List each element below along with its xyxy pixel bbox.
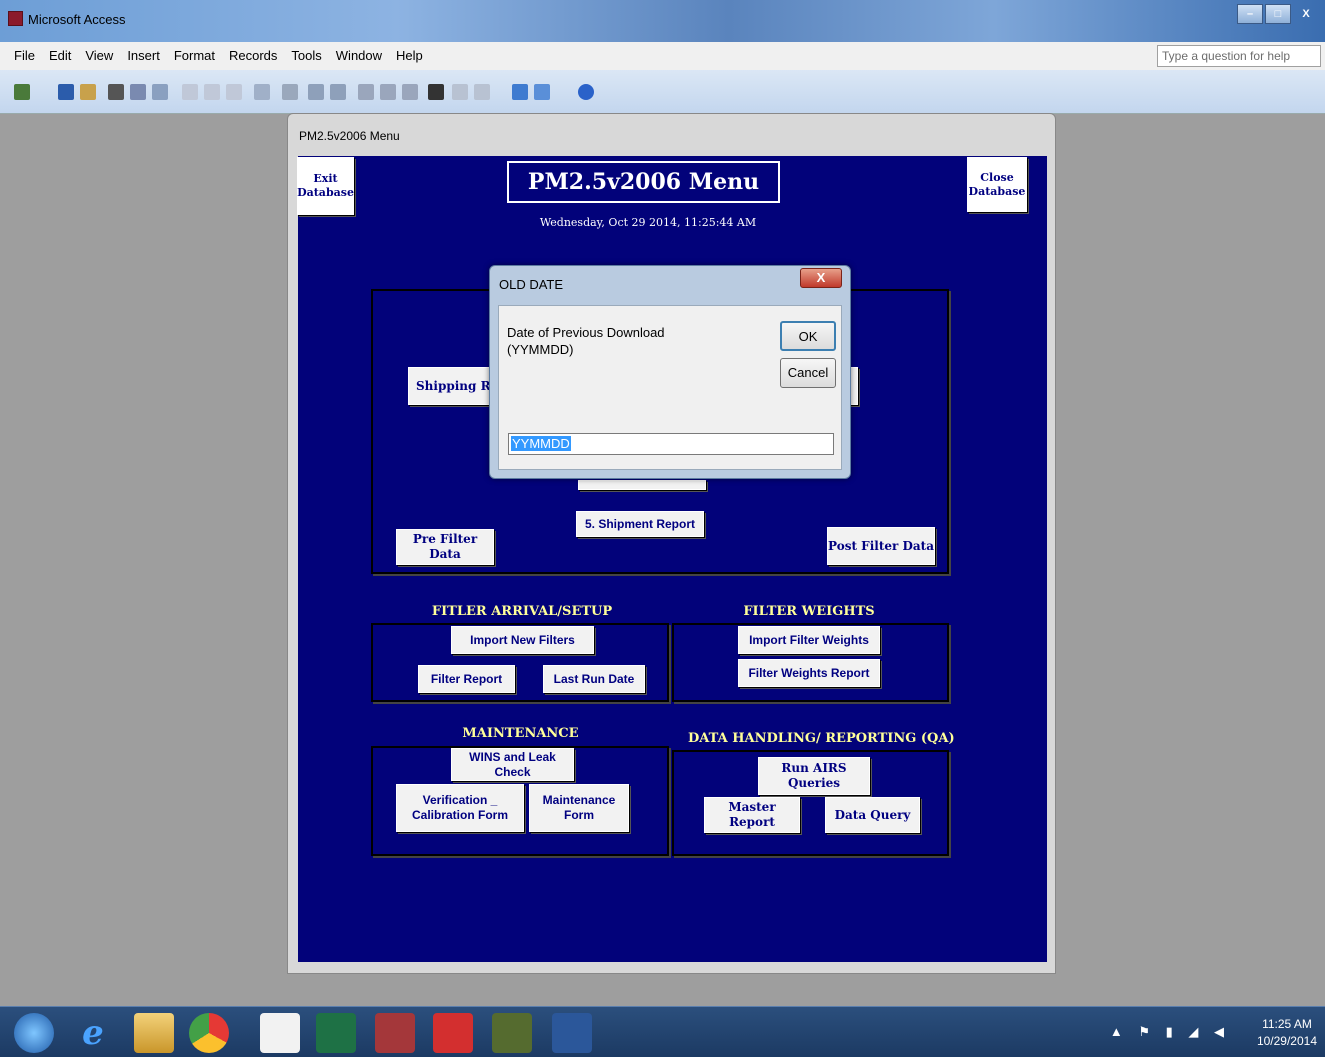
- app-title: Microsoft Access: [28, 12, 126, 27]
- maintenance-heading: MAINTENANCE: [462, 726, 579, 741]
- save-icon[interactable]: [58, 84, 74, 100]
- filter-weights-report-button[interactable]: Filter Weights Report: [738, 659, 880, 687]
- filter-arrival-heading: FITLER ARRIVAL/SETUP: [431, 604, 613, 619]
- dialog-prompt-line1: Date of Previous Download: [507, 325, 665, 340]
- acrobat-icon[interactable]: [433, 1013, 473, 1053]
- old-date-dialog: OLD DATE X Date of Previous Download (YY…: [489, 265, 851, 479]
- access-app: Microsoft Access – □ X File Edit View In…: [0, 0, 1325, 1057]
- system-tray: ▲ ⚑ ▮ ◢ ◀: [1109, 1024, 1230, 1039]
- sort-descending-icon[interactable]: [330, 84, 346, 100]
- print-preview-icon[interactable]: [130, 84, 146, 100]
- filter-report-button[interactable]: Filter Report: [418, 665, 515, 693]
- toggle-filter-icon[interactable]: [402, 84, 418, 100]
- import-new-filters-button[interactable]: Import New Filters: [451, 626, 594, 654]
- data-handling-heading: DATA HANDLING/ REPORTING (QA): [688, 731, 955, 746]
- last-run-date-button[interactable]: Last Run Date: [543, 665, 645, 693]
- start-orb-icon[interactable]: [14, 1013, 54, 1053]
- close-database-button[interactable]: Close Database: [967, 157, 1027, 212]
- database-window-icon[interactable]: [512, 84, 528, 100]
- undo-icon[interactable]: [254, 84, 270, 100]
- print-icon[interactable]: [108, 84, 124, 100]
- clock-time: 11:25 AM: [1262, 1017, 1312, 1031]
- cancel-button[interactable]: Cancel: [780, 358, 836, 388]
- dialog-prompt: Date of Previous Download (YYMMDD): [507, 324, 665, 358]
- maintenance-label-line1: Maintenance: [542, 793, 616, 807]
- file-explorer-icon[interactable]: [134, 1013, 174, 1053]
- help-icon[interactable]: [578, 84, 594, 100]
- internet-explorer-icon[interactable]: e: [73, 1013, 113, 1053]
- insert-hyperlink-icon[interactable]: [282, 84, 298, 100]
- menu-file[interactable]: File: [14, 48, 35, 63]
- dialog-body: Date of Previous Download (YYMMDD) OK Ca…: [498, 305, 842, 470]
- menu-records[interactable]: Records: [229, 48, 277, 63]
- filter-by-selection-icon[interactable]: [358, 84, 374, 100]
- access-app-icon: [8, 11, 23, 26]
- filter-weights-heading: FILTER WEIGHTS: [743, 604, 875, 619]
- verification-label-line1: Verification _: [422, 793, 498, 807]
- title-bar: Microsoft Access – □ X: [0, 0, 1325, 42]
- post-filter-data-button[interactable]: Post Filter Data: [827, 527, 935, 565]
- sort-ascending-icon[interactable]: [308, 84, 324, 100]
- taskbar: e ▲ ⚑ ▮ ◢ ◀ 11:25 AM 10/29/2014: [0, 1006, 1325, 1057]
- grid-app-icon[interactable]: [260, 1013, 300, 1053]
- pre-filter-data-button[interactable]: Pre Filter Data: [396, 529, 494, 565]
- menu-view[interactable]: View: [85, 48, 113, 63]
- data-query-button[interactable]: Data Query: [825, 797, 920, 833]
- verification-calibration-form-button[interactable]: Verification _ Calibration Form: [396, 784, 524, 832]
- form-window-title: PM2.5v2006 Menu: [299, 129, 400, 143]
- help-search-input[interactable]: Type a question for help: [1157, 45, 1321, 67]
- ok-button[interactable]: OK: [780, 321, 836, 351]
- dialog-close-button[interactable]: X: [800, 268, 842, 288]
- dialog-prompt-line2: (YYMMDD): [507, 342, 574, 357]
- excel-icon[interactable]: [316, 1013, 356, 1053]
- form-title: PM2.5v2006 Menu: [507, 161, 780, 203]
- menu-tools[interactable]: Tools: [291, 48, 321, 63]
- file-search-icon[interactable]: [80, 84, 96, 100]
- maintenance-label-line2: Form: [564, 808, 594, 822]
- menu-format[interactable]: Format: [174, 48, 215, 63]
- restore-button[interactable]: □: [1265, 4, 1291, 24]
- menu-edit[interactable]: Edit: [49, 48, 71, 63]
- cut-icon[interactable]: [182, 84, 198, 100]
- word-icon[interactable]: [552, 1013, 592, 1053]
- exit-database-button[interactable]: Exit Database: [297, 157, 354, 215]
- dialog-title: OLD DATE: [499, 277, 564, 292]
- hidden-button-bottom[interactable]: [578, 480, 706, 490]
- maintenance-form-button[interactable]: Maintenance Form: [529, 784, 629, 832]
- new-record-icon[interactable]: [452, 84, 468, 100]
- find-icon[interactable]: [428, 84, 444, 100]
- menu-help[interactable]: Help: [396, 48, 423, 63]
- run-airs-queries-button[interactable]: Run AIRS Queries: [758, 757, 870, 795]
- wins-leak-check-button[interactable]: WINS and Leak Check: [451, 748, 574, 781]
- filter-by-form-icon[interactable]: [380, 84, 396, 100]
- minimize-button[interactable]: –: [1237, 4, 1263, 24]
- toolbar: [0, 70, 1325, 114]
- paste-icon[interactable]: [226, 84, 242, 100]
- menu-window[interactable]: Window: [336, 48, 382, 63]
- current-datetime: Wednesday, Oct 29 2014, 11:25:44 AM: [539, 216, 757, 229]
- copy-icon[interactable]: [204, 84, 220, 100]
- shipping-report-button[interactable]: Shipping Re: [408, 367, 498, 405]
- menu-bar: File Edit View Insert Format Records Too…: [0, 42, 1325, 70]
- import-filter-weights-button[interactable]: Import Filter Weights: [738, 626, 880, 654]
- access-icon[interactable]: [375, 1013, 415, 1053]
- delete-record-icon[interactable]: [474, 84, 490, 100]
- menu-form-window: PM2.5v2006 Menu Exit Database Close Data…: [287, 113, 1056, 974]
- close-window-button[interactable]: X: [1293, 4, 1319, 24]
- clock-date: 10/29/2014: [1256, 1034, 1317, 1048]
- system-clock[interactable]: 11:25 AM 10/29/2014: [1257, 1016, 1317, 1050]
- input-selected-text: YYMMDD: [511, 436, 571, 451]
- design-view-icon[interactable]: [14, 84, 30, 100]
- master-report-button[interactable]: Master Report: [704, 797, 800, 833]
- previous-download-date-input[interactable]: YYMMDD: [508, 433, 834, 455]
- verification-label-line2: Calibration Form: [411, 808, 508, 822]
- new-object-icon[interactable]: [534, 84, 550, 100]
- app-icon[interactable]: [492, 1013, 532, 1053]
- menu-insert[interactable]: Insert: [127, 48, 160, 63]
- chrome-icon[interactable]: [189, 1013, 229, 1053]
- window-controls: – □ X: [1237, 4, 1319, 24]
- spelling-icon[interactable]: [152, 84, 168, 100]
- shipment-report-button[interactable]: 5. Shipment Report: [576, 511, 704, 537]
